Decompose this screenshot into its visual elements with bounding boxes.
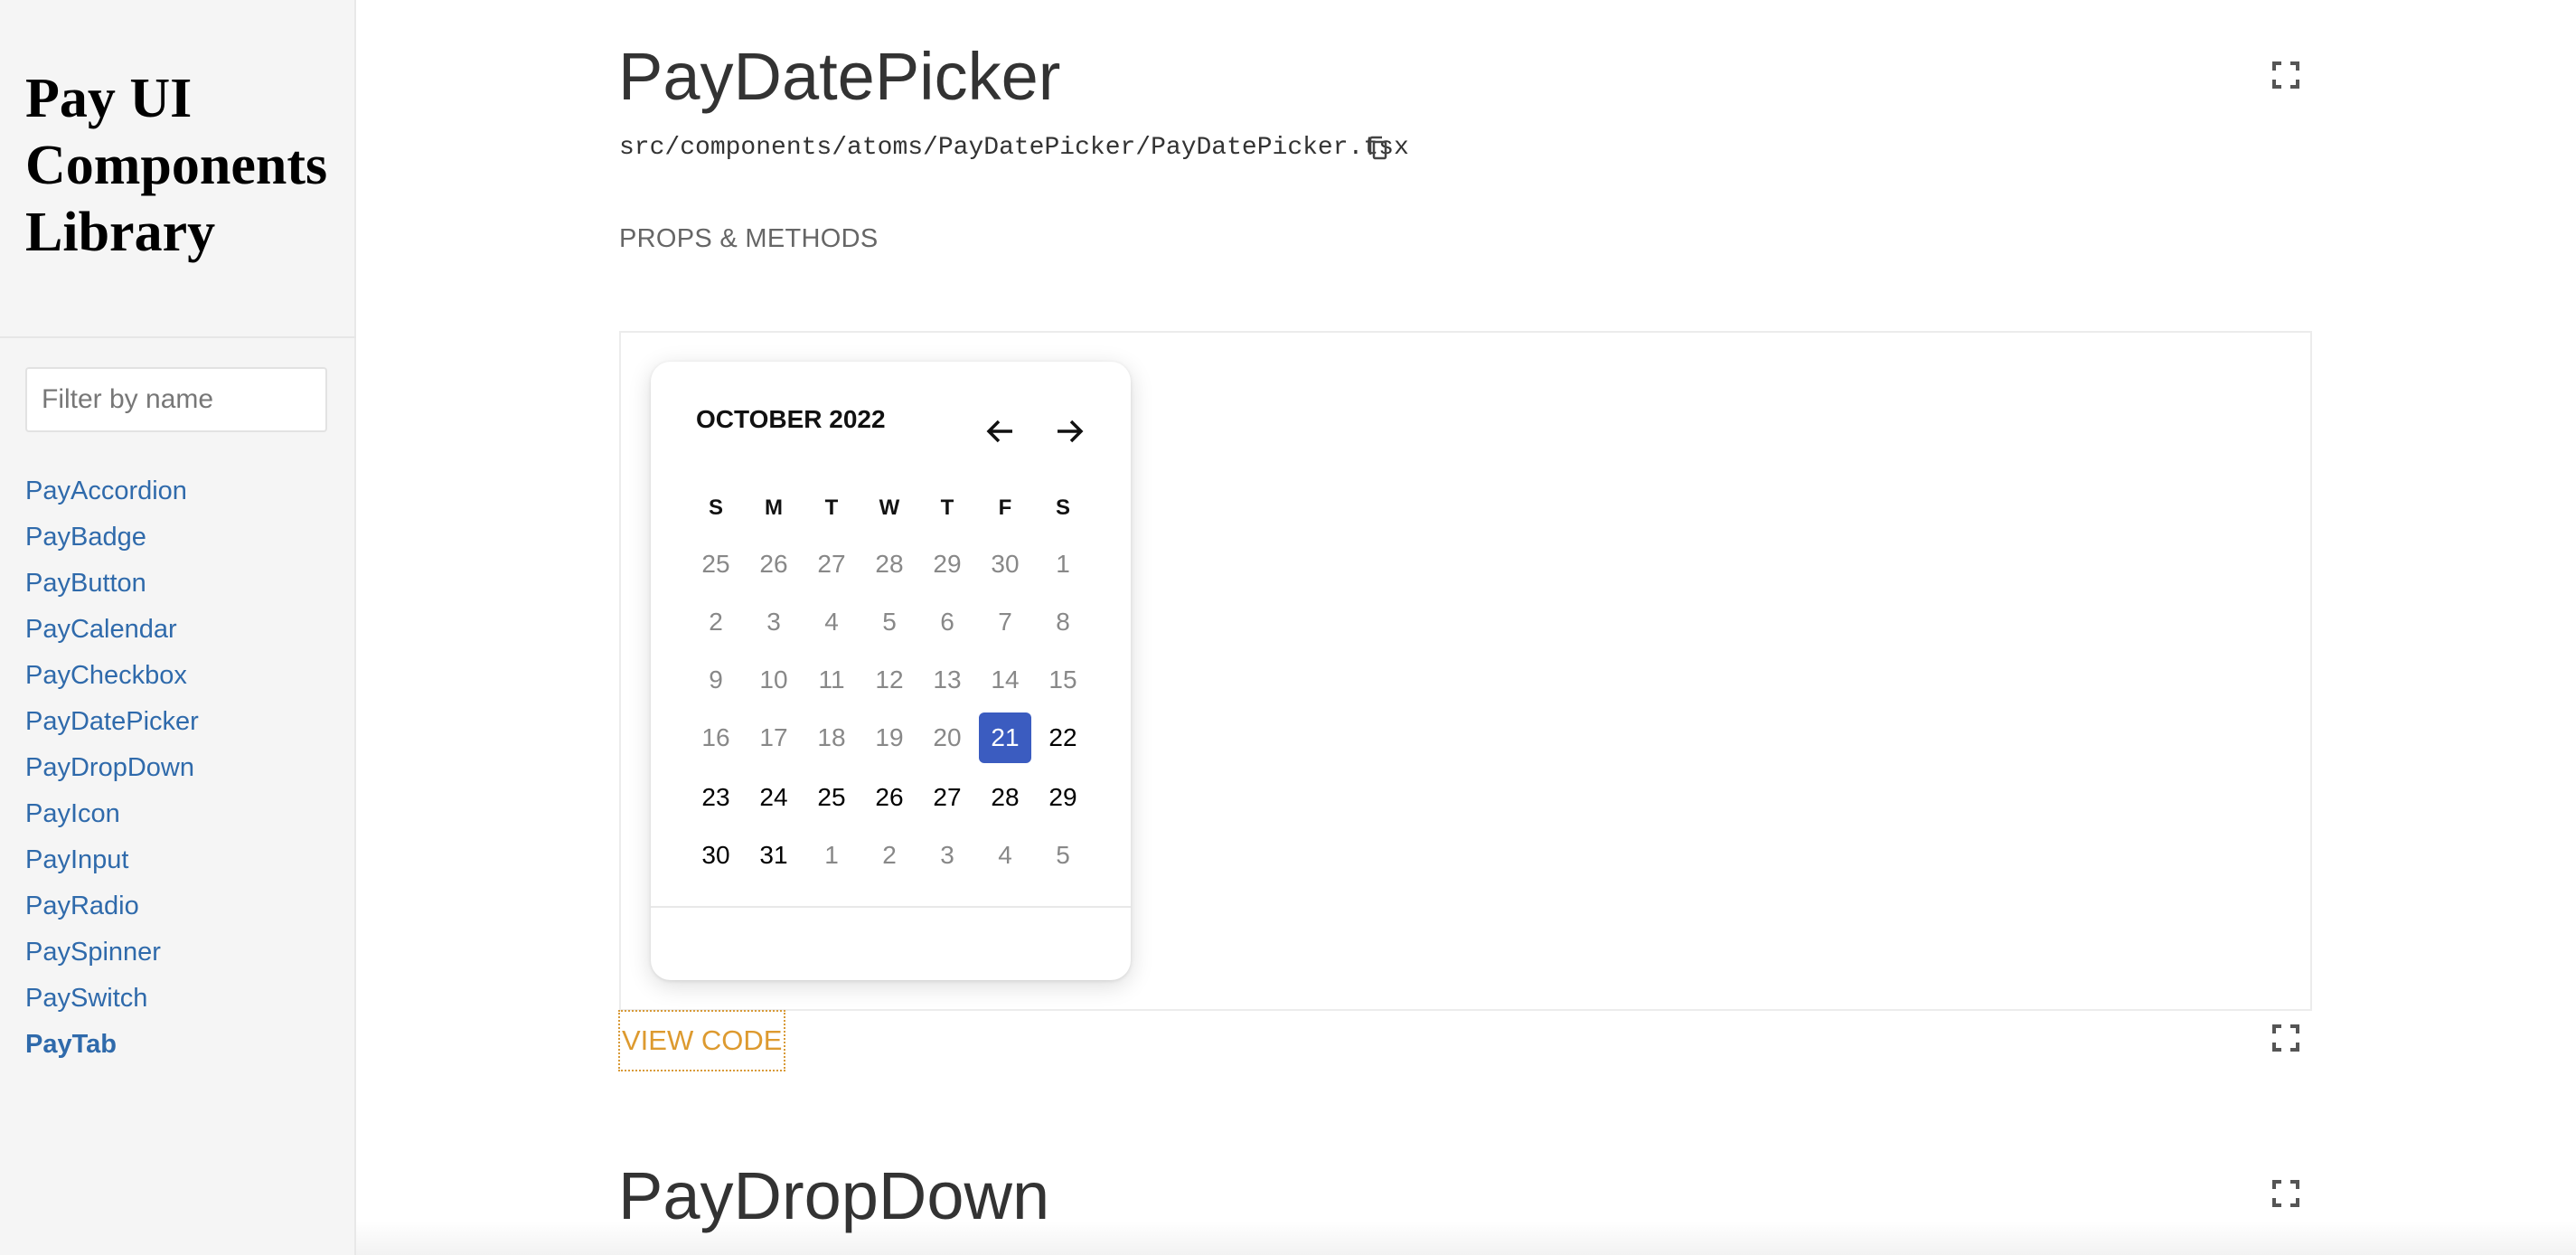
nav-item-paycheckbox[interactable]: PayCheckbox: [25, 655, 199, 701]
calendar-day[interactable]: 24: [747, 772, 801, 823]
calendar-day[interactable]: 15: [1036, 655, 1090, 705]
calendar-day[interactable]: 3: [920, 830, 974, 881]
calendar-day[interactable]: 16: [689, 712, 743, 763]
filter-input[interactable]: [25, 367, 327, 432]
weekday-header: T: [940, 495, 954, 520]
calendar-day[interactable]: 8: [1036, 597, 1090, 647]
weekday-header: F: [998, 495, 1012, 520]
calendar-footer-divider: [651, 906, 1131, 908]
calendar-day[interactable]: 3: [747, 597, 801, 647]
calendar-day[interactable]: 26: [747, 539, 801, 590]
calendar-day[interactable]: 29: [1036, 772, 1090, 823]
weekday-header: S: [1055, 495, 1070, 520]
fullscreen-icon[interactable]: [2272, 1024, 2299, 1052]
props-methods-toggle[interactable]: PROPS & METHODS: [619, 224, 879, 254]
nav-item-payaccordion[interactable]: PayAccordion: [25, 470, 199, 516]
calendar-day[interactable]: 20: [920, 712, 974, 763]
calendar-day[interactable]: 4: [804, 597, 859, 647]
library-title: Pay UI Components Library: [25, 68, 328, 263]
calendar-day[interactable]: 27: [920, 772, 974, 823]
calendar-day[interactable]: 25: [804, 772, 859, 823]
calendar-day[interactable]: 6: [920, 597, 974, 647]
source-path: src/components/atoms/PayDatePicker/PayDa…: [619, 134, 1409, 162]
nav-item-payswitch[interactable]: PaySwitch: [25, 977, 199, 1024]
calendar-day[interactable]: 18: [804, 712, 859, 763]
date-picker-calendar: OCTOBER 2022 S M T W T F S 25 26 27 28 29 30 1 2 3 4 5 6 7 8…: [651, 362, 1131, 980]
calendar-day[interactable]: 17: [747, 712, 801, 763]
copy-icon[interactable]: [1367, 136, 1388, 161]
weekday-header: W: [879, 495, 900, 520]
calendar-day[interactable]: 4: [978, 830, 1032, 881]
sidebar: Pay UI Components Library PayAccordion P…: [0, 0, 356, 1255]
calendar-day[interactable]: 28: [862, 539, 917, 590]
nav-item-paydatepicker[interactable]: PayDatePicker: [25, 701, 199, 747]
calendar-day[interactable]: 2: [862, 830, 917, 881]
calendar-day[interactable]: 25: [689, 539, 743, 590]
calendar-day[interactable]: 23: [689, 772, 743, 823]
calendar-day[interactable]: 26: [862, 772, 917, 823]
calendar-day[interactable]: 1: [1036, 539, 1090, 590]
calendar-day[interactable]: 22: [1036, 712, 1090, 763]
calendar-day[interactable]: 1: [804, 830, 859, 881]
calendar-day[interactable]: 13: [920, 655, 974, 705]
bottom-scroll-shadow: [356, 1221, 2576, 1255]
nav-item-payinput[interactable]: PayInput: [25, 839, 199, 885]
calendar-day[interactable]: 30: [689, 830, 743, 881]
calendar-day[interactable]: 14: [978, 655, 1032, 705]
weekday-header: M: [765, 495, 783, 520]
nav-item-paydropdown[interactable]: PayDropDown: [25, 747, 199, 793]
calendar-day[interactable]: 9: [689, 655, 743, 705]
component-nav: PayAccordion PayBadge PayButton PayCalen…: [25, 470, 199, 1070]
nav-item-paybutton[interactable]: PayButton: [25, 562, 199, 609]
calendar-day-selected[interactable]: 21: [979, 712, 1031, 763]
calendar-day[interactable]: 29: [920, 539, 974, 590]
nav-item-payradio[interactable]: PayRadio: [25, 885, 199, 931]
nav-item-payicon[interactable]: PayIcon: [25, 793, 199, 839]
calendar-day[interactable]: 31: [747, 830, 801, 881]
fullscreen-icon[interactable]: [2272, 61, 2299, 89]
weekday-header: S: [708, 495, 723, 520]
arrow-right-icon[interactable]: [1054, 418, 1085, 445]
nav-item-paybadge[interactable]: PayBadge: [25, 516, 199, 562]
fullscreen-icon[interactable]: [2272, 1180, 2299, 1207]
calendar-day[interactable]: 12: [862, 655, 917, 705]
calendar-day[interactable]: 19: [862, 712, 917, 763]
nav-item-paytab[interactable]: PayTab: [25, 1024, 199, 1070]
sidebar-divider: [0, 336, 356, 338]
calendar-day[interactable]: 27: [804, 539, 859, 590]
arrow-left-icon[interactable]: [985, 418, 1016, 445]
calendar-day[interactable]: 7: [978, 597, 1032, 647]
calendar-day[interactable]: 5: [862, 597, 917, 647]
view-code-button[interactable]: VIEW CODE: [618, 1010, 786, 1071]
calendar-day[interactable]: 11: [804, 655, 859, 705]
calendar-day[interactable]: 30: [978, 539, 1032, 590]
weekday-header: T: [824, 495, 839, 520]
calendar-day[interactable]: 2: [689, 597, 743, 647]
component-title: PayDatePicker: [618, 39, 1061, 114]
calendar-day[interactable]: 5: [1036, 830, 1090, 881]
calendar-month-label: OCTOBER 2022: [696, 405, 886, 433]
calendar-day[interactable]: 28: [978, 772, 1032, 823]
calendar-day[interactable]: 10: [747, 655, 801, 705]
nav-item-paycalendar[interactable]: PayCalendar: [25, 609, 199, 655]
nav-item-payspinner[interactable]: PaySpinner: [25, 931, 199, 977]
